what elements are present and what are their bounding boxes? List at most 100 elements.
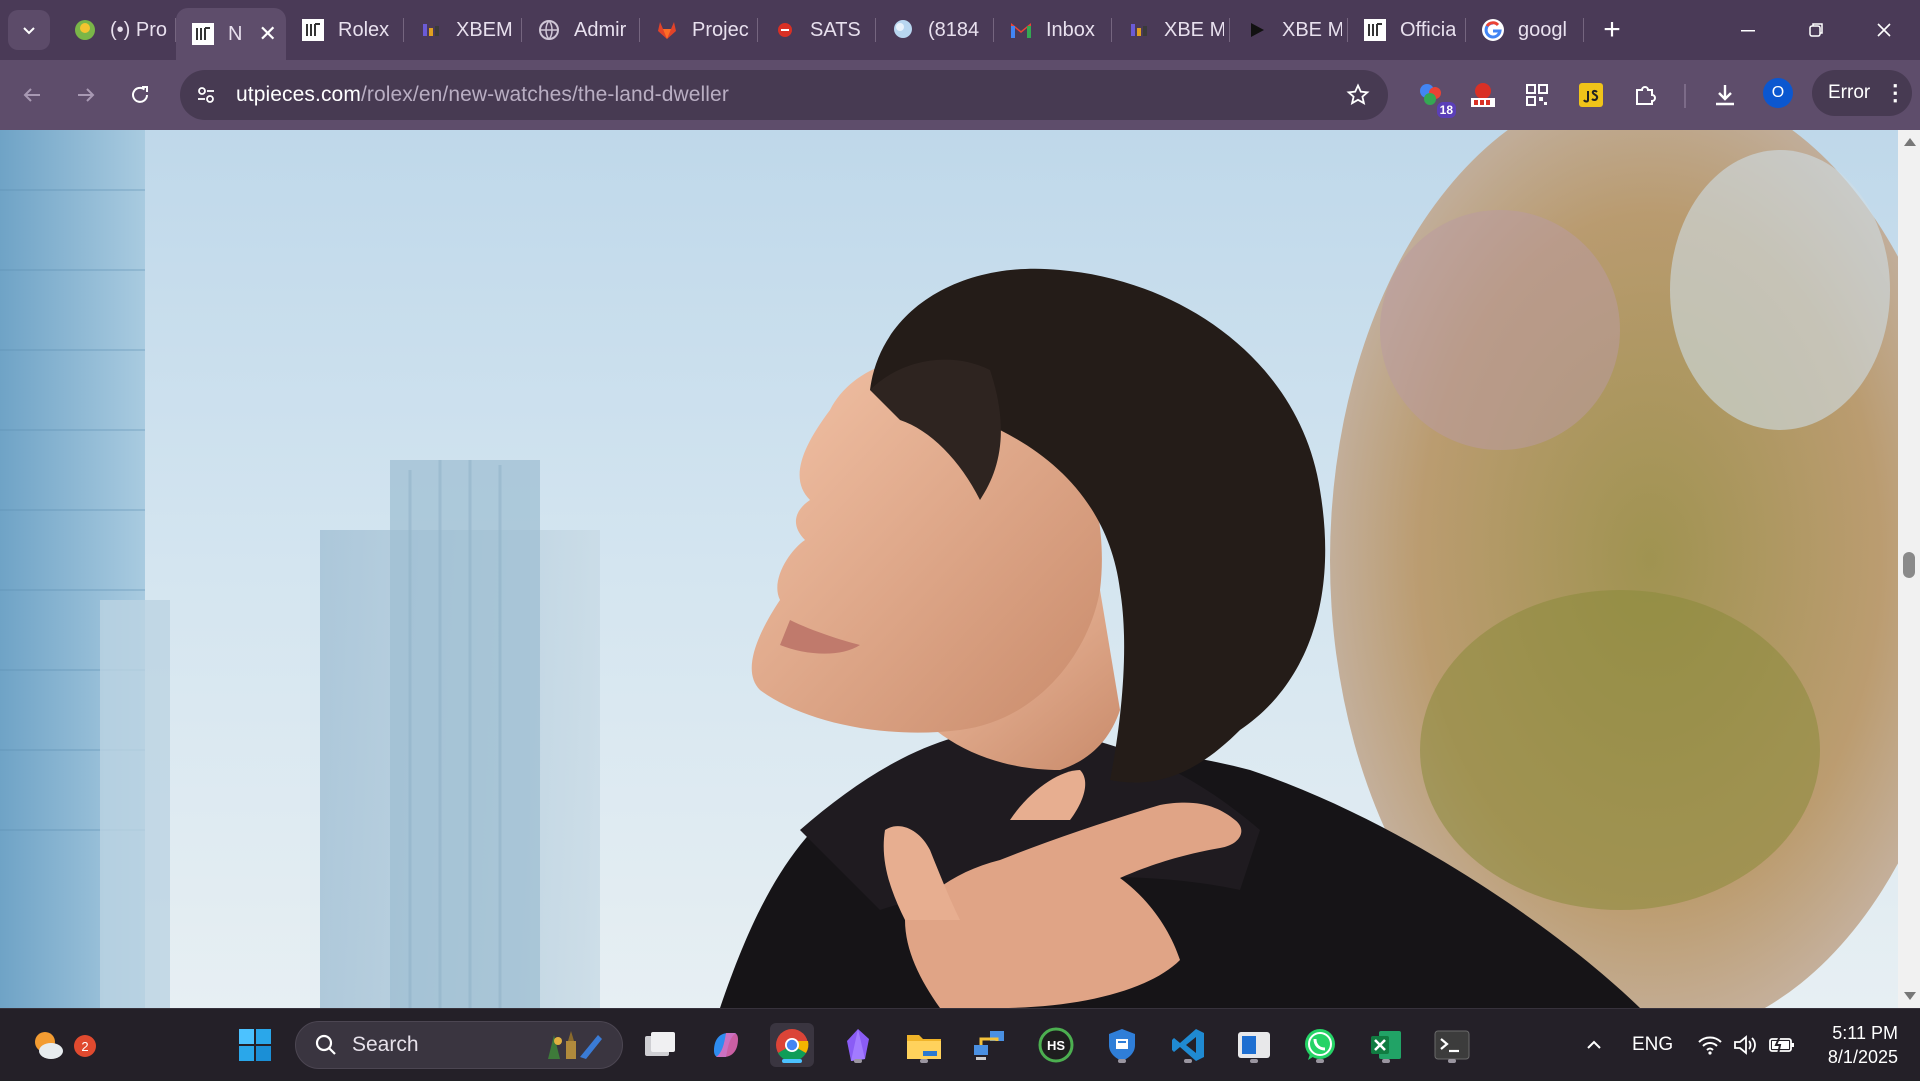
chevron-up-icon	[1587, 1040, 1601, 1049]
running-indicator	[1250, 1059, 1258, 1063]
tab-list: (•) Pro N ✕ Rolex XBEM Admir Projec SATS…	[58, 0, 1584, 60]
excel-button[interactable]	[1364, 1023, 1408, 1067]
running-indicator	[1448, 1059, 1456, 1063]
whatsapp-button[interactable]	[1298, 1023, 1342, 1067]
address-bar[interactable]: utpieces.com/rolex/en/new-watches/the-la…	[180, 70, 1388, 120]
extensions-menu-button[interactable]	[1626, 76, 1664, 114]
tab-title: Officia	[1400, 18, 1457, 41]
task-view-button[interactable]	[638, 1023, 682, 1067]
profile-avatar[interactable]: O	[1763, 78, 1793, 108]
tab[interactable]: Inbox	[994, 0, 1112, 60]
battery-status[interactable]	[1760, 1023, 1804, 1067]
extension-button[interactable]: 18	[1412, 76, 1456, 118]
show-hidden-icons-button[interactable]	[1572, 1023, 1616, 1067]
site-info-button[interactable]	[186, 75, 226, 115]
new-tab-button[interactable]: +	[1594, 12, 1630, 48]
copilot-button[interactable]	[704, 1023, 748, 1067]
reload-button[interactable]	[118, 73, 162, 117]
vertical-scrollbar[interactable]	[1898, 130, 1920, 1008]
browser-toolbar: utpieces.com/rolex/en/new-watches/the-la…	[0, 60, 1920, 130]
weather-widget[interactable]: 2	[26, 1023, 96, 1067]
tab-title: XBEM	[456, 18, 513, 41]
taskbar-search[interactable]: Search	[295, 1021, 623, 1069]
vscode-button[interactable]	[1166, 1023, 1210, 1067]
chat-bubble-icon	[890, 17, 916, 43]
close-tab-icon[interactable]: ✕	[258, 21, 276, 47]
running-indicator	[1382, 1059, 1390, 1063]
js-icon	[1579, 83, 1603, 107]
hero-photo	[0, 130, 1898, 1008]
language-indicator[interactable]: ENG	[1632, 1009, 1673, 1081]
tab-title: Admir	[574, 18, 627, 41]
scroll-down-arrow-icon[interactable]	[1904, 992, 1916, 1000]
globe-icon	[536, 17, 562, 43]
tab[interactable]: Admir	[522, 0, 640, 60]
google-icon	[1480, 17, 1506, 43]
tab[interactable]: XBEM	[404, 0, 522, 60]
terminal-button[interactable]	[1430, 1023, 1474, 1067]
terminal-icon	[1434, 1030, 1470, 1060]
start-button[interactable]	[233, 1023, 277, 1067]
hubspot-button[interactable]: HS	[1034, 1023, 1078, 1067]
xbe-logo-icon	[418, 17, 444, 43]
copilot-icon	[714, 1033, 738, 1057]
tab[interactable]: (8184	[876, 0, 994, 60]
minimize-button[interactable]	[1714, 0, 1782, 60]
clock-time: 5:11 PM	[1832, 1023, 1898, 1043]
seo-extension-button[interactable]	[1464, 76, 1502, 114]
xbe-logo-icon	[1126, 17, 1152, 43]
tab-strip: (•) Pro N ✕ Rolex XBEM Admir Projec SATS…	[0, 0, 1920, 60]
arrow-right-icon	[78, 88, 95, 102]
shield-icon	[1109, 1029, 1135, 1061]
tab[interactable]: googl	[1466, 0, 1584, 60]
more-vertical-icon[interactable]: ⋮	[1884, 82, 1906, 104]
tab-title: N	[228, 22, 243, 45]
forward-button[interactable]	[64, 73, 108, 117]
tab[interactable]: Projec	[640, 0, 758, 60]
tab-title: Inbox	[1046, 18, 1095, 41]
extension-button[interactable]	[1518, 76, 1556, 114]
obsidian-button[interactable]	[836, 1023, 880, 1067]
tab[interactable]: Rolex	[286, 0, 404, 60]
tab[interactable]: SATS	[758, 0, 876, 60]
network-tool-button[interactable]	[968, 1023, 1012, 1067]
search-icon	[315, 1034, 336, 1055]
arrow-left-icon	[23, 88, 40, 102]
hs-logo-icon: HS	[1038, 1027, 1074, 1063]
scroll-thumb[interactable]	[1903, 552, 1915, 578]
utp-logo-icon	[1362, 17, 1388, 43]
tab[interactable]: Officia	[1348, 0, 1466, 60]
utp-logo-icon	[190, 21, 216, 47]
active-indicator	[782, 1059, 802, 1063]
restore-button[interactable]	[1782, 0, 1850, 60]
bookmark-button[interactable]	[1342, 79, 1374, 111]
excel-icon	[1371, 1031, 1401, 1059]
svg-text:HS: HS	[1047, 1038, 1065, 1053]
url-host: utpieces.com	[236, 83, 361, 106]
scroll-up-arrow-icon[interactable]	[1904, 138, 1916, 146]
tab[interactable]: XBE M	[1230, 0, 1348, 60]
profile-error-button[interactable]: Error ⋮	[1812, 70, 1912, 116]
chrome-taskbar-button[interactable]	[770, 1023, 814, 1067]
search-highlight-icon	[548, 1031, 602, 1059]
speaker-icon	[1734, 1035, 1756, 1055]
tab[interactable]: (•) Pro	[58, 0, 176, 60]
windows-logo-icon	[239, 1029, 271, 1061]
tab-active[interactable]: N ✕	[176, 8, 286, 60]
js-extension-button[interactable]	[1572, 76, 1610, 114]
back-button[interactable]	[10, 73, 54, 117]
store-app-button[interactable]	[1232, 1023, 1276, 1067]
notification-badge: 2	[74, 1035, 96, 1057]
security-app-button[interactable]	[1100, 1023, 1144, 1067]
file-explorer-button[interactable]	[902, 1023, 946, 1067]
reload-icon	[132, 86, 148, 103]
close-window-button[interactable]	[1850, 0, 1918, 60]
downloads-button[interactable]	[1706, 76, 1744, 114]
clock[interactable]: 5:11 PM 8/1/2025	[1802, 1009, 1898, 1081]
obsidian-icon	[847, 1029, 869, 1061]
url-text[interactable]: utpieces.com/rolex/en/new-watches/the-la…	[236, 83, 729, 107]
tab[interactable]: XBE M	[1112, 0, 1230, 60]
tab-title: Projec	[692, 18, 749, 41]
tab-search-button[interactable]	[8, 10, 50, 50]
qr-grid-icon	[1526, 84, 1548, 106]
